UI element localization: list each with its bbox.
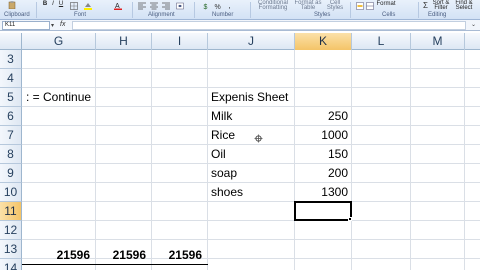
column-header-k[interactable]: K xyxy=(295,33,352,50)
row-header-9[interactable]: 9 xyxy=(0,164,22,183)
ribbon-separator xyxy=(418,2,419,18)
format-cells-icon[interactable] xyxy=(366,2,374,10)
row-header-4[interactable]: 4 xyxy=(0,69,22,88)
svg-text:%: % xyxy=(215,4,221,10)
worksheet-grid[interactable]: 3 4 5 6 7 8 9 10 11 12 13 14 : = Continu… xyxy=(0,50,480,270)
underline-button[interactable]: U xyxy=(58,1,64,12)
row-header-12[interactable]: 12 xyxy=(0,221,22,240)
svg-text:,: , xyxy=(229,2,231,10)
cell-k8[interactable]: 150 xyxy=(295,145,351,163)
row-header-7[interactable]: 7 xyxy=(0,126,22,145)
cell-j10[interactable]: shoes xyxy=(208,183,294,201)
cell-k6[interactable]: 250 xyxy=(295,107,351,125)
styles-group-label: Styles xyxy=(314,12,331,18)
cell-i14[interactable]: 21596 xyxy=(152,246,207,264)
gridline xyxy=(95,50,96,270)
gridline xyxy=(22,68,480,69)
expand-formula-bar-icon[interactable]: ⌄ xyxy=(469,21,478,30)
column-header-row: G H I J K L M xyxy=(0,33,480,50)
total-underline xyxy=(22,264,208,265)
row-header-8[interactable]: 8 xyxy=(0,145,22,164)
font-group-label: Font xyxy=(74,12,87,18)
align-center-icon[interactable] xyxy=(150,2,158,10)
gridline xyxy=(22,220,480,221)
align-right-icon[interactable] xyxy=(162,2,170,10)
cell-j9[interactable]: soap xyxy=(208,164,294,182)
conditional-formatting-button[interactable]: Conditional Formatting xyxy=(254,0,292,11)
row-header-6[interactable]: 6 xyxy=(0,107,22,126)
cell-j6[interactable]: Milk xyxy=(208,107,294,125)
cells-group-label: Cells xyxy=(382,12,396,18)
format-button[interactable]: Format xyxy=(376,1,396,12)
cursor-icon xyxy=(254,134,263,143)
find-select-button[interactable]: Find & Select xyxy=(452,0,476,11)
italic-button[interactable]: I xyxy=(50,1,56,12)
column-header-l[interactable]: L xyxy=(352,33,411,50)
ribbon-separator xyxy=(350,2,351,18)
cell-k9[interactable]: 200 xyxy=(295,164,351,182)
ribbon-separator xyxy=(132,2,133,18)
formula-bar: K11 ▾ fx ⌄ xyxy=(0,20,480,31)
gridline xyxy=(410,50,411,270)
editing-group-label: Editing xyxy=(428,12,447,18)
cell-k7[interactable]: 1000 xyxy=(295,126,351,144)
insert-cells-icon[interactable] xyxy=(356,2,364,10)
ribbon-separator xyxy=(250,2,251,18)
percent-icon[interactable]: % xyxy=(214,2,222,10)
fill-color-icon[interactable] xyxy=(84,2,92,10)
clipboard-icon xyxy=(8,1,16,9)
cell-j7[interactable]: Rice xyxy=(208,126,294,144)
active-cell-k11[interactable] xyxy=(294,201,352,221)
row-header-11[interactable]: 11 xyxy=(0,202,22,221)
cell-g5[interactable]: : = Continue xyxy=(23,88,153,106)
svg-text:$: $ xyxy=(204,4,208,10)
currency-icon[interactable]: $ xyxy=(202,2,210,10)
cell-g14[interactable]: 21596 xyxy=(22,246,95,264)
cell-j5[interactable]: Expenis Sheet xyxy=(208,88,298,106)
gridline xyxy=(351,50,352,270)
insert-function-icon[interactable]: fx xyxy=(60,21,65,28)
cell-styles-button[interactable]: Cell Styles xyxy=(324,0,346,11)
column-header-m[interactable]: M xyxy=(411,33,465,50)
column-header-g[interactable]: G xyxy=(22,33,96,50)
name-box[interactable]: K11 xyxy=(2,21,50,30)
formula-input[interactable] xyxy=(72,21,466,30)
column-header-h[interactable]: H xyxy=(96,33,152,50)
bold-button[interactable]: B xyxy=(42,1,48,12)
clipboard-group-label: Clipboard xyxy=(4,12,30,18)
sort-filter-button[interactable]: Sort & Filter xyxy=(432,0,450,11)
gridline xyxy=(22,201,480,202)
fill-handle[interactable] xyxy=(348,217,352,221)
ribbon-separator xyxy=(194,2,195,18)
merge-center-icon[interactable] xyxy=(176,2,184,10)
alignment-group-label: Alignment xyxy=(148,12,175,18)
select-all-corner[interactable] xyxy=(0,33,22,50)
row-header-5[interactable]: 5 xyxy=(0,88,22,107)
row-header-14[interactable]: 14 xyxy=(0,259,22,270)
font-color-icon[interactable]: A xyxy=(114,2,122,10)
gridline xyxy=(464,50,465,270)
align-left-icon[interactable] xyxy=(138,2,146,10)
format-as-table-button[interactable]: Format as Table xyxy=(294,0,322,11)
cell-j8[interactable]: Oil xyxy=(208,145,294,163)
row-header-10[interactable]: 10 xyxy=(0,183,22,202)
gridline xyxy=(22,239,480,240)
column-header-j[interactable]: J xyxy=(208,33,295,50)
svg-text:Σ: Σ xyxy=(423,1,428,9)
ribbon: Clipboard B I U A Font Alignment $ % , N… xyxy=(0,0,480,20)
autosum-icon[interactable]: Σ xyxy=(422,1,430,9)
row-header-3[interactable]: 3 xyxy=(0,50,22,69)
paste-button[interactable] xyxy=(4,1,20,11)
row-header-13[interactable]: 13 xyxy=(0,240,22,259)
column-header-i[interactable]: I xyxy=(152,33,208,50)
cell-h14[interactable]: 21596 xyxy=(96,246,151,264)
cell-k10[interactable]: 1300 xyxy=(295,183,351,201)
gridline xyxy=(151,50,152,270)
comma-style-icon[interactable]: , xyxy=(226,2,234,10)
chevron-down-icon[interactable]: ▾ xyxy=(51,22,54,29)
number-group-label: Number xyxy=(212,12,234,18)
ribbon-separator xyxy=(36,2,37,18)
borders-icon[interactable] xyxy=(70,2,78,10)
